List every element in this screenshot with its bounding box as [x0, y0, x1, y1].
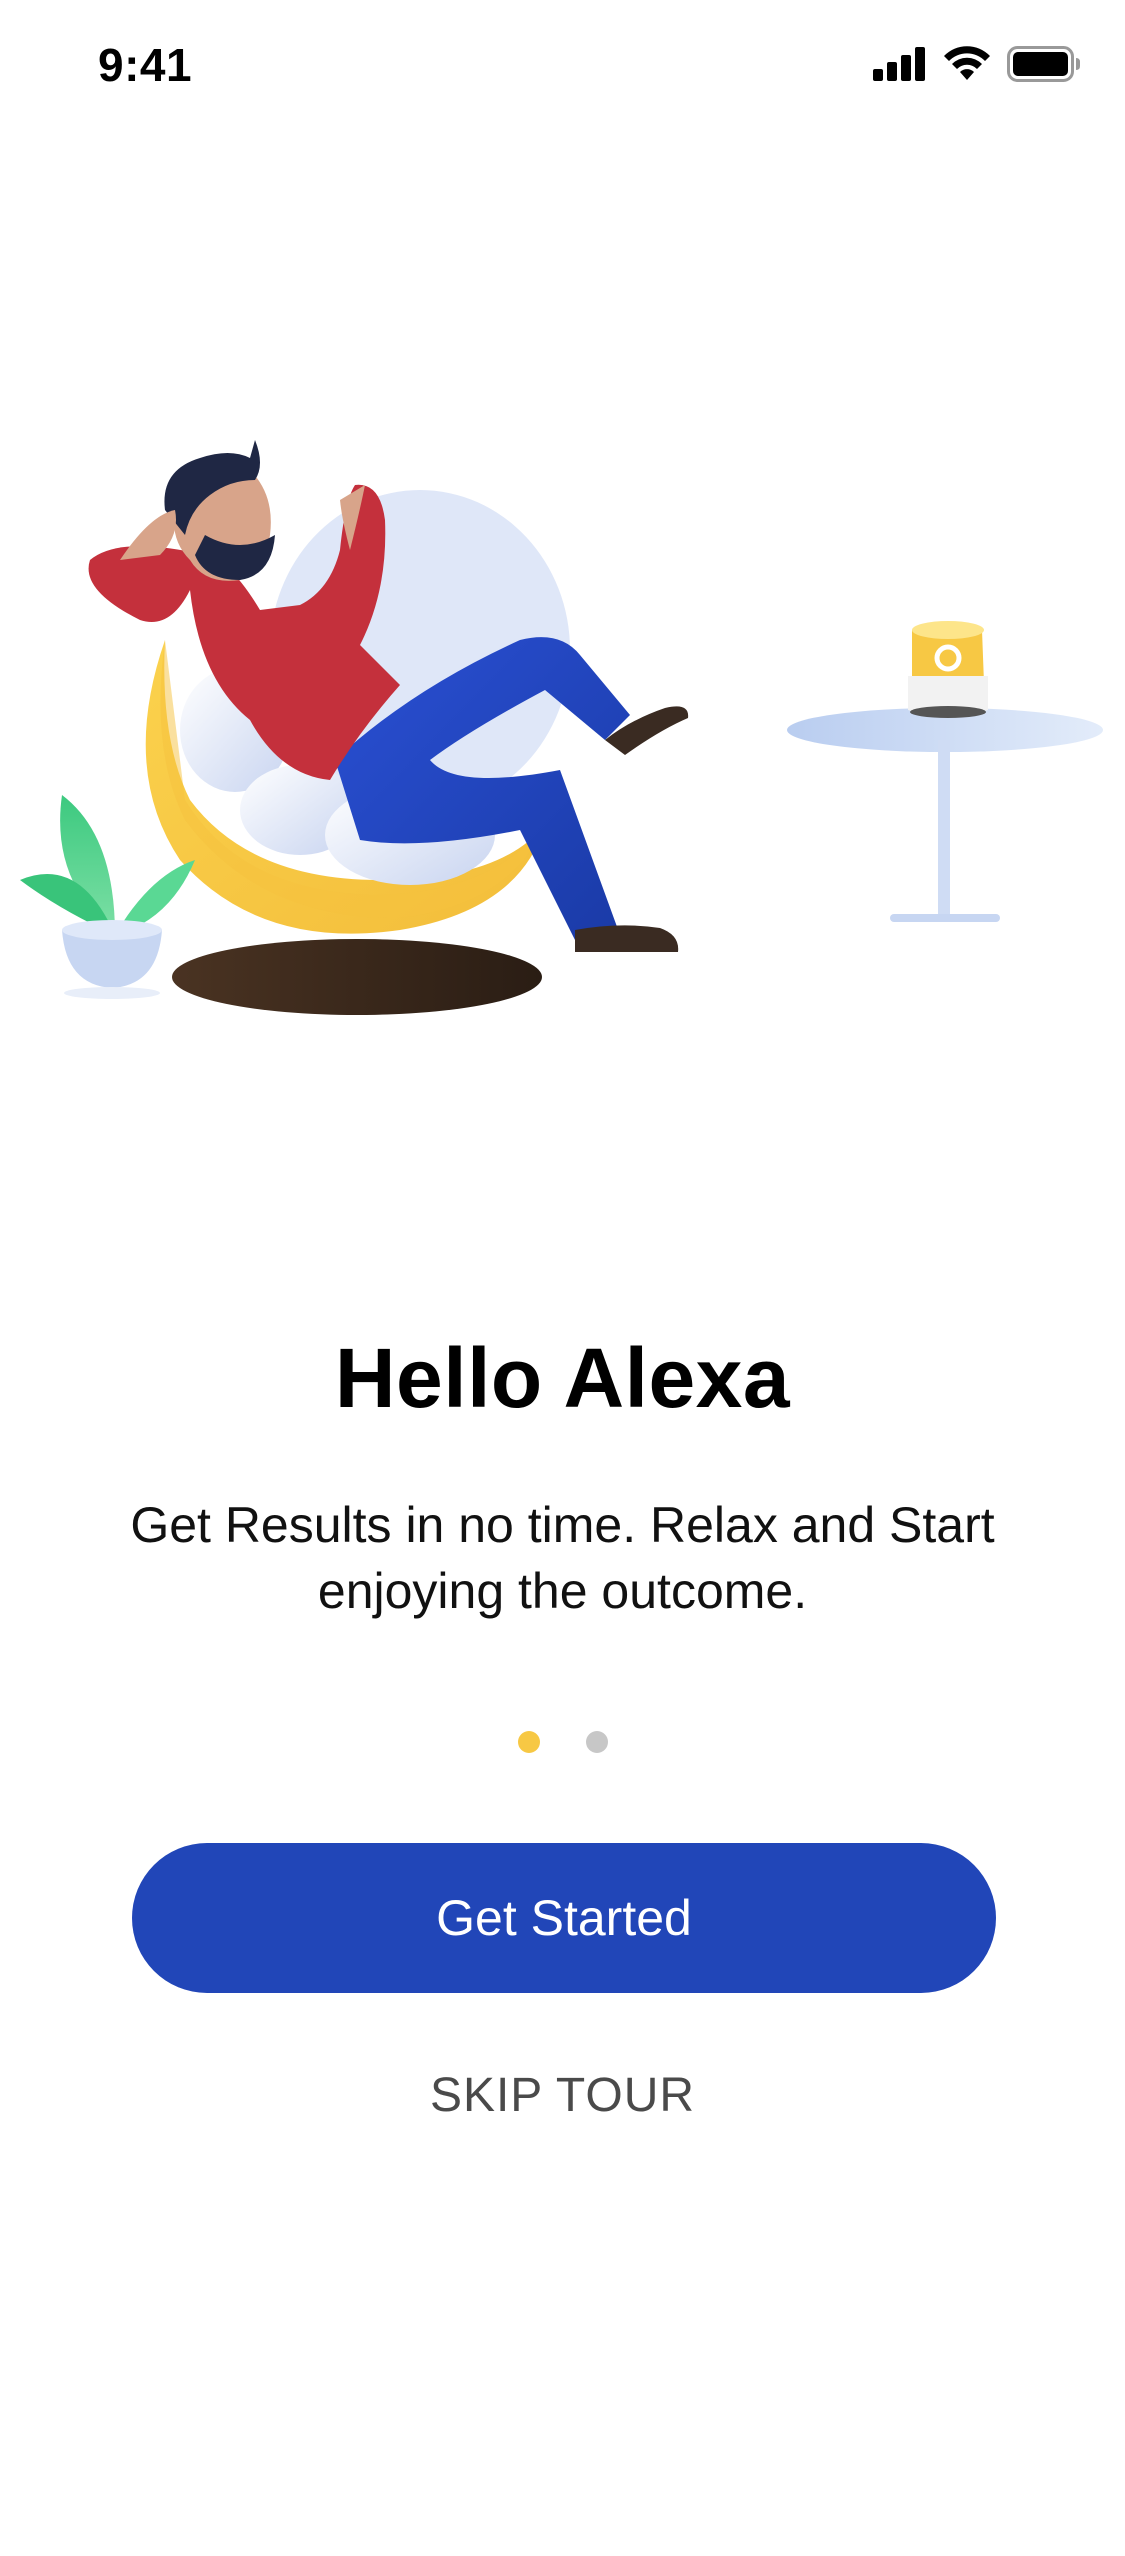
- get-started-button[interactable]: Get Started: [132, 1843, 996, 1993]
- onboarding-illustration: [20, 440, 1103, 1015]
- status-time: 9:41: [98, 39, 193, 91]
- status-bar: 9:41: [0, 0, 1125, 140]
- onboarding-title: Hello Alexa: [334, 1331, 791, 1425]
- skip-tour-link[interactable]: SKIP TOUR: [0, 2068, 1125, 2123]
- battery-icon: [1007, 46, 1080, 82]
- onboarding-subtitle: Get Results in no time. Relax and Start …: [130, 1497, 995, 1619]
- side-table-leg: [938, 740, 950, 920]
- wifi-icon: [944, 46, 990, 80]
- pagination-dot-2[interactable]: [585, 1731, 608, 1753]
- smart-speaker-icon: [908, 621, 988, 718]
- cellular-signal-icon: [873, 47, 925, 81]
- status-icons: [873, 46, 1081, 82]
- chair-shadow: [172, 939, 542, 1015]
- pagination-dots: [0, 1731, 1125, 1753]
- pagination-dot-1[interactable]: [517, 1731, 540, 1753]
